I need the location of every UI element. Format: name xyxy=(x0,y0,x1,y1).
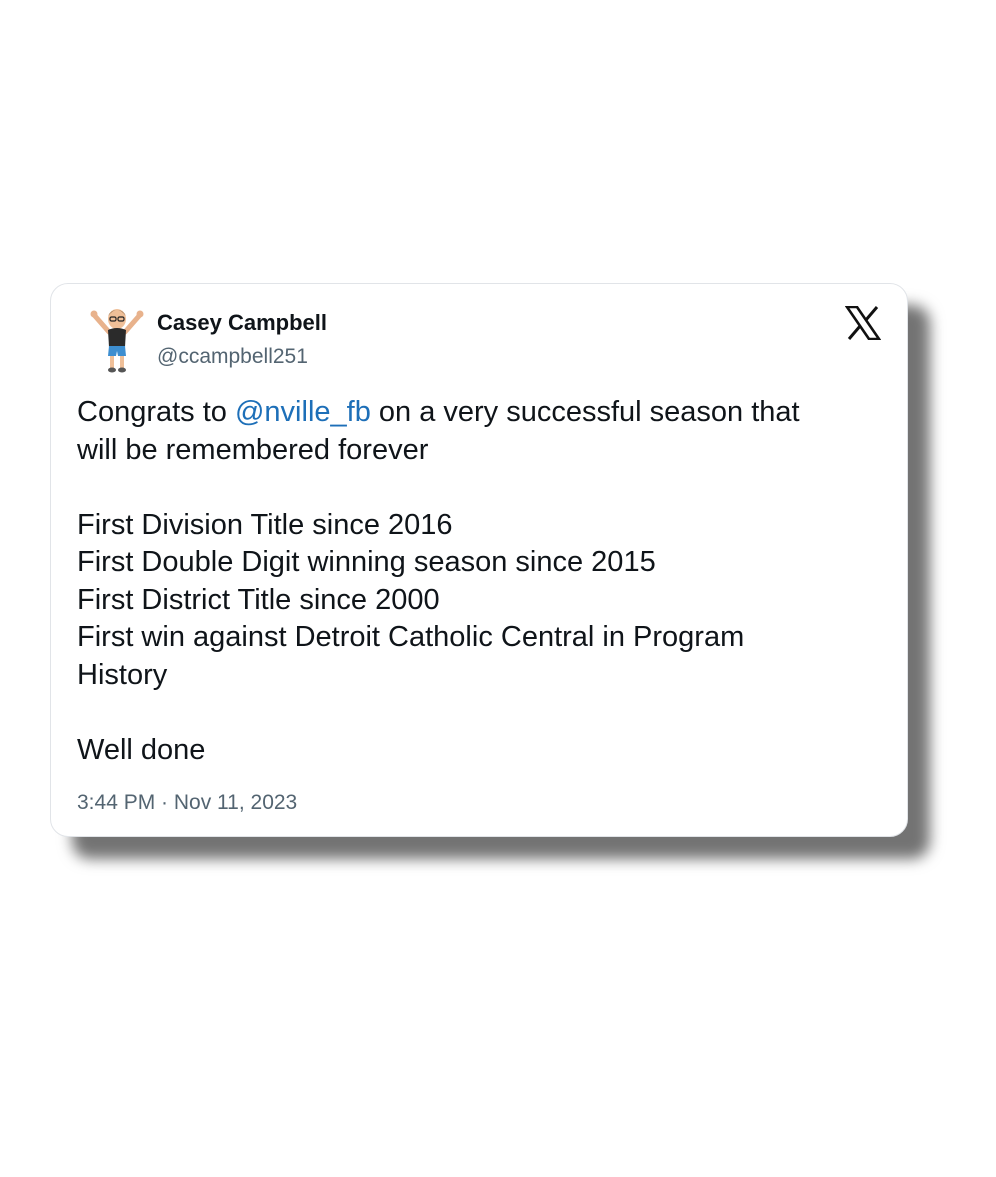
tweet-text-segment: Congrats to xyxy=(77,396,235,428)
x-logo-icon[interactable] xyxy=(845,306,881,340)
tweet-text: Congrats to @nville_fb on a very success… xyxy=(77,394,877,769)
tweet-line: Well done xyxy=(77,733,206,766)
tweet-text-segment: on a very successful season that xyxy=(370,396,800,428)
author-block[interactable]: Casey Campbell @ccampbell251 xyxy=(157,309,327,371)
tweet-line: First Division Title since 2016 xyxy=(77,508,453,541)
tweet-line: Congrats to @nville_fb on a very success… xyxy=(77,394,877,432)
tweet-line: will be remembered forever xyxy=(77,433,429,466)
author-name[interactable]: Casey Campbell xyxy=(157,309,327,337)
timestamp[interactable]: 3:44 PM · Nov 11, 2023 xyxy=(77,791,297,815)
avatar[interactable] xyxy=(87,302,147,374)
page: Casey Campbell @ccampbell251 Congrats to… xyxy=(0,0,996,1177)
tweet-line: First Double Digit winning season since … xyxy=(77,546,656,578)
tweet-line: First win against Detroit Catholic Centr… xyxy=(77,621,745,653)
mention-link[interactable]: @nville_fb xyxy=(235,396,371,428)
author-handle[interactable]: @ccampbell251 xyxy=(157,343,327,371)
tweet-line: First District Title since 2000 xyxy=(77,583,440,616)
tweet-card[interactable]: Casey Campbell @ccampbell251 Congrats to… xyxy=(50,283,908,837)
tweet-line: History xyxy=(77,658,168,691)
